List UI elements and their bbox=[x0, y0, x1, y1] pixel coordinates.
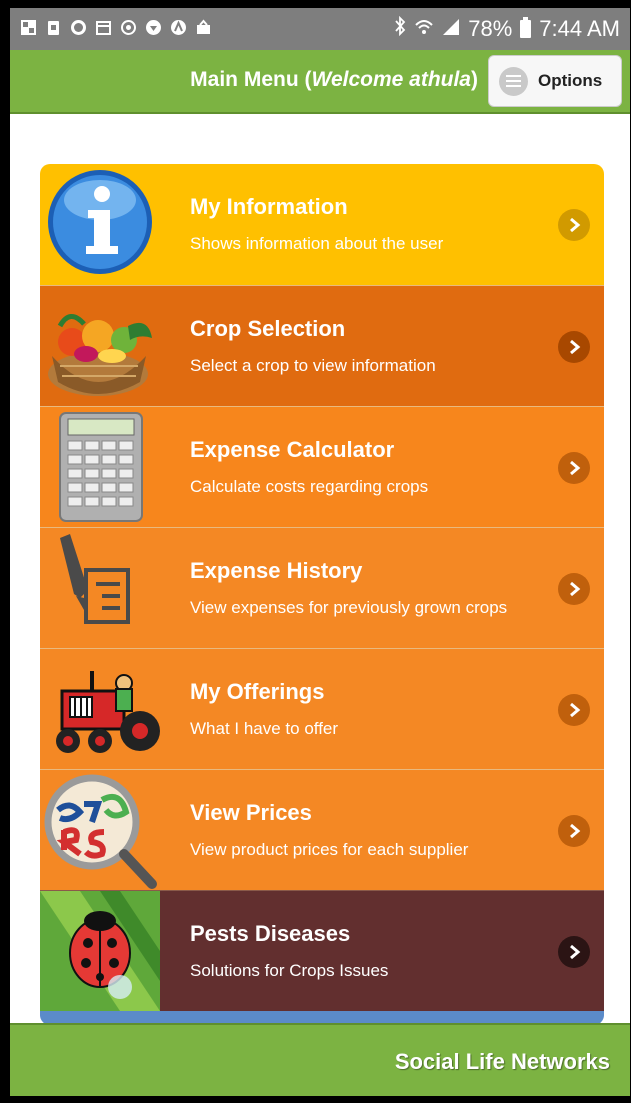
calculator-icon bbox=[40, 407, 160, 527]
item-subtitle: Select a crop to view information bbox=[190, 356, 436, 375]
item-title: My Offerings bbox=[190, 679, 325, 704]
item-subtitle: View product prices for each supplier bbox=[190, 840, 469, 859]
notification-icons bbox=[20, 19, 212, 36]
main-menu: My Information Shows information about t… bbox=[40, 164, 604, 1023]
app-header: Main Menu (Welcome athula) Options bbox=[10, 50, 630, 114]
page-title: Main Menu (Welcome athula) bbox=[190, 68, 478, 92]
menu-item-my-information[interactable]: My Information Shows information about t… bbox=[40, 164, 604, 285]
shield-icon bbox=[145, 19, 162, 36]
menu-item-partial[interactable] bbox=[40, 1011, 604, 1023]
chevron-right-icon bbox=[558, 452, 590, 484]
footer-brand: Social Life Networks bbox=[394, 1049, 610, 1074]
chevron-right-icon bbox=[558, 209, 590, 241]
status-bar: 78% 7:44 AM bbox=[10, 8, 630, 50]
item-text: My Information Shows information about t… bbox=[190, 194, 443, 254]
chevron-right-icon bbox=[558, 694, 590, 726]
menu-item-crop-selection[interactable]: Crop Selection Select a crop to view inf… bbox=[40, 285, 604, 406]
options-button[interactable]: Options bbox=[488, 55, 622, 107]
wordpress-icon bbox=[70, 19, 87, 36]
item-text: Expense Calculator Calculate costs regar… bbox=[190, 437, 428, 497]
bluetooth-icon bbox=[394, 15, 406, 42]
item-subtitle: View expenses for previously grown crops bbox=[190, 598, 508, 617]
inbox-icon bbox=[195, 19, 212, 36]
item-text: View Prices View product prices for each… bbox=[190, 800, 468, 860]
options-label: Options bbox=[538, 71, 603, 90]
gallery-icon bbox=[20, 19, 37, 36]
item-title: View Prices bbox=[190, 800, 312, 825]
vegetable-basket-icon bbox=[40, 286, 160, 406]
price-magnifier-icon bbox=[40, 770, 160, 890]
item-subtitle: Calculate costs regarding crops bbox=[190, 477, 429, 496]
ladybug-icon bbox=[40, 891, 160, 1011]
info-icon bbox=[40, 164, 160, 284]
wifi-icon bbox=[414, 16, 434, 42]
item-text: Pests Diseases Solutions for Crops Issue… bbox=[190, 921, 388, 981]
menu-item-expense-calculator[interactable]: Expense Calculator Calculate costs regar… bbox=[40, 406, 604, 527]
item-title: Expense History bbox=[190, 558, 363, 583]
main-content: My Information Shows information about t… bbox=[10, 114, 630, 1023]
item-subtitle: Solutions for Crops Issues bbox=[190, 961, 389, 980]
item-title: My Information bbox=[190, 194, 348, 219]
title-suffix: ) bbox=[471, 68, 478, 91]
item-subtitle: What I have to offer bbox=[190, 719, 339, 738]
menu-item-pests-diseases[interactable]: Pests Diseases Solutions for Crops Issue… bbox=[40, 890, 604, 1011]
item-title: Pests Diseases bbox=[190, 921, 351, 946]
item-text: Expense History View expenses for previo… bbox=[190, 558, 507, 618]
menu-item-my-offerings[interactable]: My Offerings What I have to offer bbox=[40, 648, 604, 769]
item-text: Crop Selection Select a crop to view inf… bbox=[190, 316, 436, 376]
item-title: Expense Calculator bbox=[190, 437, 395, 462]
acrobat-icon bbox=[170, 19, 187, 36]
calendar-icon bbox=[95, 19, 112, 36]
menu-item-expense-history[interactable]: Expense History View expenses for previo… bbox=[40, 527, 604, 648]
title-prefix: Main Menu ( bbox=[190, 68, 312, 91]
battery-percent: 78% bbox=[468, 16, 513, 41]
chevron-right-icon bbox=[558, 815, 590, 847]
menu-item-view-prices[interactable]: View Prices View product prices for each… bbox=[40, 769, 604, 890]
pen-document-icon bbox=[40, 528, 160, 648]
signal-icon bbox=[442, 16, 460, 42]
item-title: Crop Selection bbox=[190, 316, 346, 341]
sync-icon bbox=[120, 19, 137, 36]
welcome-user: Welcome athula bbox=[311, 68, 472, 91]
battery-icon bbox=[520, 17, 532, 38]
chevron-right-icon bbox=[558, 573, 590, 605]
status-time: 7:44 AM bbox=[539, 16, 620, 41]
item-subtitle: Shows information about the user bbox=[190, 234, 444, 253]
app-footer: Social Life Networks bbox=[10, 1023, 630, 1096]
chevron-right-icon bbox=[558, 331, 590, 363]
clipboard-icon bbox=[45, 19, 62, 36]
phone-screen: 78% 7:44 AM Main Menu (Welcome athula) O… bbox=[10, 8, 630, 1096]
chevron-right-icon bbox=[558, 936, 590, 968]
menu-icon bbox=[499, 66, 528, 96]
item-text: My Offerings What I have to offer bbox=[190, 679, 338, 739]
tractor-icon bbox=[40, 649, 160, 769]
status-right: 78% 7:44 AM bbox=[394, 15, 620, 42]
